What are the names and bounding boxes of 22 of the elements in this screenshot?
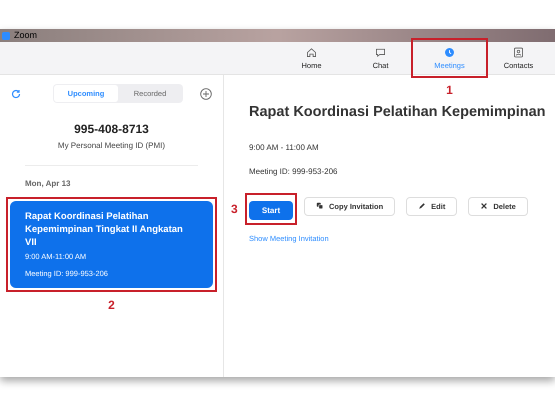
meeting-id: Meeting ID: 999-953-206 (249, 166, 338, 178)
pencil-icon (418, 202, 426, 210)
refresh-icon[interactable] (11, 88, 21, 99)
personal-meeting-id: 995-408-8713 (74, 121, 149, 138)
meeting-time: 9:00 AM - 11:00 AM (249, 142, 319, 154)
contact-card-icon (512, 46, 525, 59)
home-icon (305, 46, 318, 59)
meeting-title: Rapat Koordinasi Pelatihan Kepemimpinan (249, 103, 546, 122)
pmi-caption: My Personal Meeting ID (PMI) (58, 140, 166, 152)
window-title: Zoom (14, 31, 38, 40)
meeting-card-title: Rapat Koordinasi Pelatihan Kepemimpinan Tingkat II Angkatan VII (25, 210, 184, 250)
highlight-frame (245, 192, 297, 225)
clock-icon (443, 46, 456, 59)
close-icon (480, 202, 488, 210)
annotation-number: 1 (446, 84, 453, 96)
start-button[interactable]: Start (249, 201, 293, 220)
annotation-number: 2 (108, 298, 115, 311)
annotation-number: 3 (231, 202, 238, 215)
copy-icon (316, 202, 324, 210)
add-icon[interactable] (200, 88, 212, 100)
date-heading: Mon, Apr 13 (25, 178, 72, 190)
zoom-logo-icon (2, 32, 10, 40)
